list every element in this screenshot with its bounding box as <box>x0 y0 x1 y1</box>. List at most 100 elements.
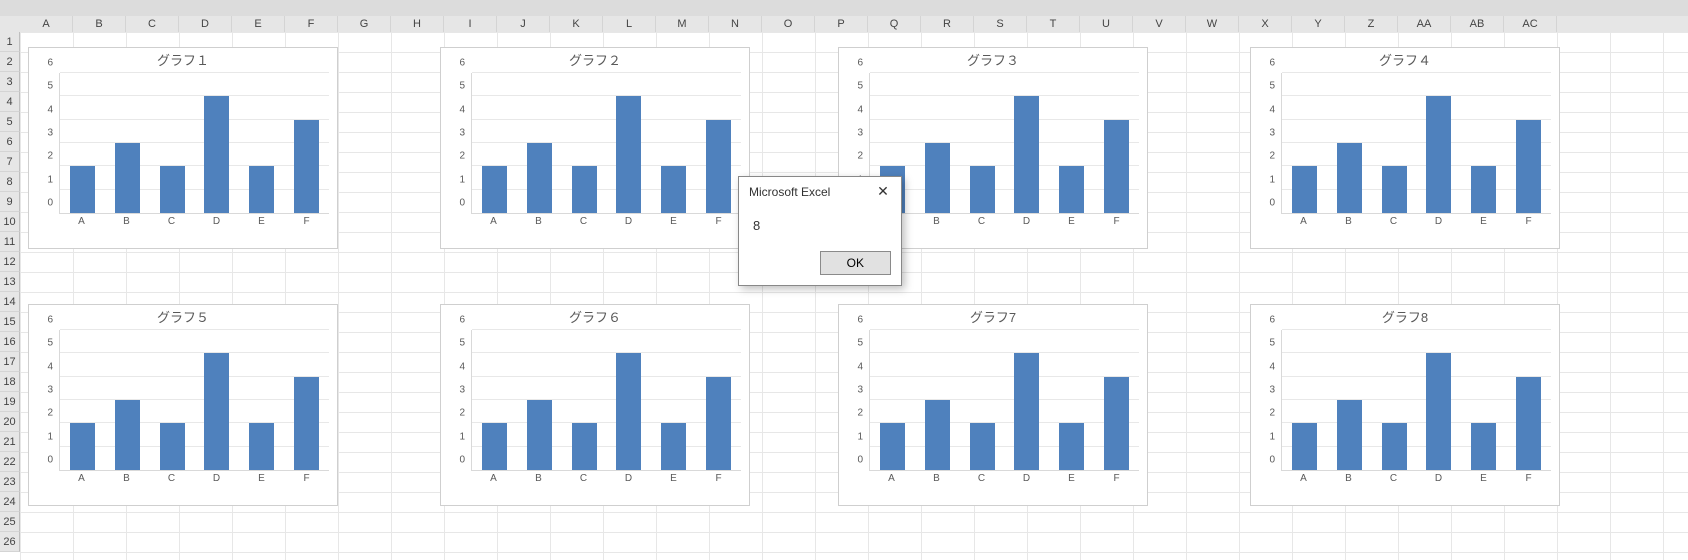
x-tick-label: E <box>239 473 284 484</box>
y-tick-label: 1 <box>47 174 53 185</box>
row-header[interactable]: 11 <box>0 232 20 252</box>
row-header[interactable]: 6 <box>0 132 20 152</box>
y-tick-label: 2 <box>857 151 863 162</box>
chart-title: グラフ２ <box>441 48 749 69</box>
row-header[interactable]: 1 <box>0 32 20 52</box>
column-header[interactable]: C <box>126 16 179 32</box>
row-header[interactable]: 12 <box>0 252 20 272</box>
column-header[interactable]: X <box>1239 16 1292 32</box>
column-header[interactable]: F <box>285 16 338 32</box>
column-header[interactable]: U <box>1080 16 1133 32</box>
row-header[interactable]: 20 <box>0 412 20 432</box>
chart-bar <box>616 96 641 213</box>
embedded-chart[interactable]: グラフ１0123456ABCDEF <box>28 47 338 249</box>
chart-bar <box>115 143 140 213</box>
column-header[interactable]: AB <box>1451 16 1504 32</box>
row-header[interactable]: 21 <box>0 432 20 452</box>
plot-area <box>869 330 1139 471</box>
y-tick-label: 5 <box>857 81 863 92</box>
row-header[interactable]: 24 <box>0 492 20 512</box>
close-icon[interactable]: ✕ <box>873 183 893 200</box>
column-header[interactable]: G <box>338 16 391 32</box>
column-header[interactable]: W <box>1186 16 1239 32</box>
y-tick-label: 6 <box>1269 58 1275 69</box>
row-header[interactable]: 18 <box>0 372 20 392</box>
y-tick-label: 4 <box>1269 104 1275 115</box>
x-tick-label: B <box>516 473 561 484</box>
row-header[interactable]: 8 <box>0 172 20 192</box>
column-header[interactable]: M <box>656 16 709 32</box>
y-tick-label: 6 <box>459 315 465 326</box>
chart-title: グラフ５ <box>29 305 337 326</box>
chart-bar <box>706 377 731 470</box>
row-header[interactable]: 3 <box>0 72 20 92</box>
row-header[interactable]: 4 <box>0 92 20 112</box>
row-header[interactable]: 25 <box>0 512 20 532</box>
embedded-chart[interactable]: グラフ５0123456ABCDEF <box>28 304 338 506</box>
row-header[interactable]: 14 <box>0 292 20 312</box>
column-header[interactable]: AC <box>1504 16 1557 32</box>
row-header[interactable]: 16 <box>0 332 20 352</box>
embedded-chart[interactable]: グラフ６0123456ABCDEF <box>440 304 750 506</box>
y-tick-label: 4 <box>459 104 465 115</box>
row-header[interactable]: 15 <box>0 312 20 332</box>
x-tick-label: D <box>194 216 239 227</box>
column-header[interactable]: K <box>550 16 603 32</box>
row-header[interactable]: 26 <box>0 532 20 552</box>
chart-bar <box>1337 143 1362 213</box>
embedded-chart[interactable]: グラフ80123456ABCDEF <box>1250 304 1560 506</box>
column-header[interactable]: J <box>497 16 550 32</box>
column-header[interactable]: H <box>391 16 444 32</box>
chart-title: グラフ３ <box>839 48 1147 69</box>
row-header[interactable]: 19 <box>0 392 20 412</box>
x-tick-label: C <box>561 473 606 484</box>
column-headers: ABCDEFGHIJKLMNOPQRSTUVWXYZAAABAC <box>0 16 1688 33</box>
row-header[interactable]: 23 <box>0 472 20 492</box>
plot-area <box>471 330 741 471</box>
row-header[interactable]: 7 <box>0 152 20 172</box>
row-header[interactable]: 13 <box>0 272 20 292</box>
column-header[interactable]: B <box>73 16 126 32</box>
x-tick-label: F <box>284 216 329 227</box>
column-header[interactable]: S <box>974 16 1027 32</box>
column-header[interactable]: R <box>921 16 974 32</box>
column-header[interactable]: V <box>1133 16 1186 32</box>
x-tick-label: C <box>959 473 1004 484</box>
chart-bar <box>1426 353 1451 470</box>
row-header[interactable]: 2 <box>0 52 20 72</box>
column-header[interactable]: O <box>762 16 815 32</box>
row-header[interactable]: 17 <box>0 352 20 372</box>
column-header[interactable]: Z <box>1345 16 1398 32</box>
column-header[interactable]: N <box>709 16 762 32</box>
column-header[interactable]: D <box>179 16 232 32</box>
chart-bar <box>70 166 95 213</box>
column-header[interactable]: T <box>1027 16 1080 32</box>
embedded-chart[interactable]: グラフ２0123456ABCDEF <box>440 47 750 249</box>
embedded-chart[interactable]: グラフ70123456ABCDEF <box>838 304 1148 506</box>
ok-button[interactable]: OK <box>820 251 891 275</box>
column-header[interactable]: L <box>603 16 656 32</box>
column-header[interactable]: A <box>20 16 73 32</box>
embedded-chart[interactable]: グラフ４0123456ABCDEF <box>1250 47 1560 249</box>
y-tick-label: 4 <box>857 104 863 115</box>
chart-bar <box>1059 423 1084 470</box>
column-header[interactable]: P <box>815 16 868 32</box>
plot-area <box>59 330 329 471</box>
column-header[interactable]: E <box>232 16 285 32</box>
x-tick-label: B <box>104 216 149 227</box>
y-tick-label: 5 <box>857 338 863 349</box>
column-header[interactable]: Y <box>1292 16 1345 32</box>
row-header[interactable]: 5 <box>0 112 20 132</box>
row-header[interactable]: 22 <box>0 452 20 472</box>
y-tick-label: 3 <box>1269 385 1275 396</box>
row-header[interactable]: 10 <box>0 212 20 232</box>
y-tick-label: 3 <box>459 385 465 396</box>
column-header[interactable]: AA <box>1398 16 1451 32</box>
row-header[interactable]: 9 <box>0 192 20 212</box>
column-header[interactable]: Q <box>868 16 921 32</box>
x-tick-label: A <box>471 473 516 484</box>
column-header[interactable]: I <box>444 16 497 32</box>
chart-bar <box>527 143 552 213</box>
y-tick-label: 0 <box>459 455 465 466</box>
x-tick-label: E <box>651 216 696 227</box>
